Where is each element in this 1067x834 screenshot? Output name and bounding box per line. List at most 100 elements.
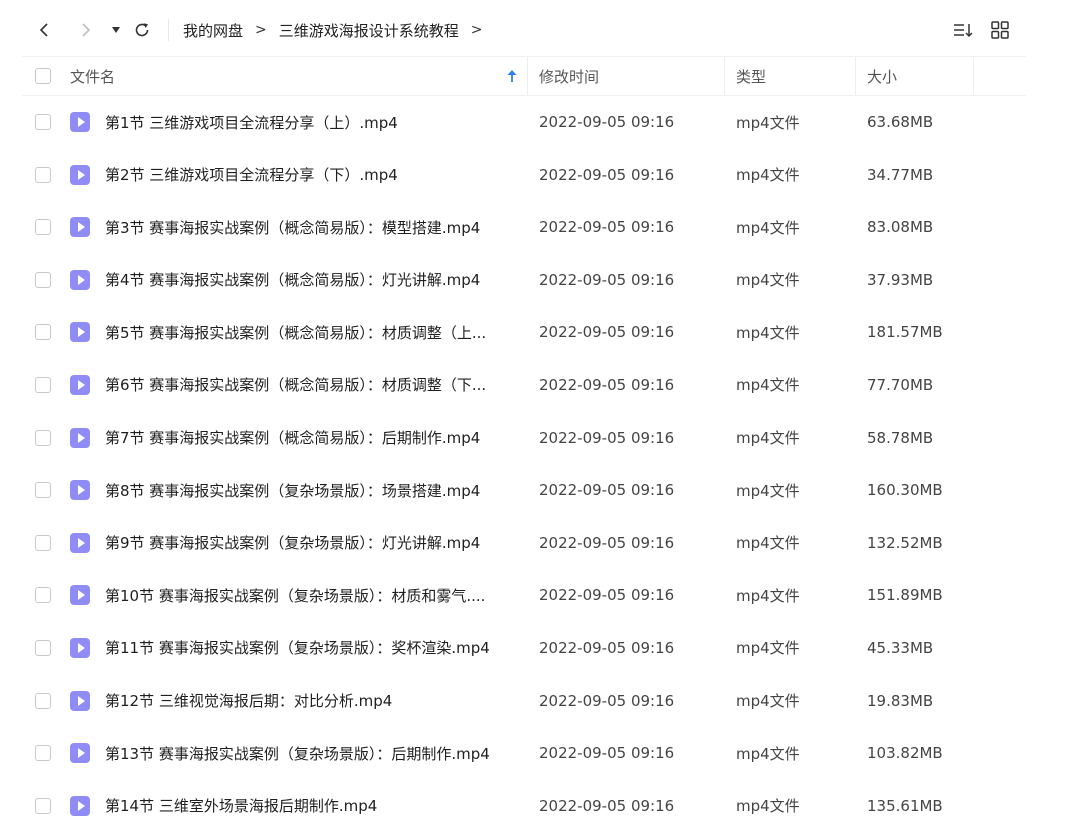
file-size: 34.77MB — [867, 165, 934, 184]
file-modified: 2022-09-05 09:16 — [539, 375, 675, 394]
file-name[interactable]: 第12节 三维视觉海报后期：对比分析.mp4 — [105, 675, 525, 727]
file-name[interactable]: 第2节 三维游戏项目全流程分享（下）.mp4 — [105, 149, 525, 201]
table-row[interactable]: 第4节 赛事海报实战案例（概念简易版）：灯光讲解.mp4 2022-09-05 … — [22, 254, 1026, 307]
video-file-icon — [70, 743, 90, 764]
column-divider[interactable] — [855, 57, 856, 95]
table-row[interactable]: 第2节 三维游戏项目全流程分享（下）.mp4 2022-09-05 09:16 … — [22, 149, 1026, 202]
file-type: mp4文件 — [736, 218, 800, 237]
file-name[interactable]: 第4节 赛事海报实战案例（概念简易版）：灯光讲解.mp4 — [105, 254, 525, 306]
column-header-size[interactable]: 大小 — [867, 57, 897, 95]
file-name[interactable]: 第6节 赛事海报实战案例（概念简易版）：材质调整（下... — [105, 359, 525, 411]
video-file-icon — [70, 322, 90, 343]
table-row[interactable]: 第14节 三维室外场景海报后期制作.mp4 2022-09-05 09:16 m… — [22, 780, 1026, 833]
table-row[interactable]: 第9节 赛事海报实战案例（复杂场景版）：灯光讲解.mp4 2022-09-05 … — [22, 517, 1026, 570]
video-file-icon — [70, 532, 90, 553]
history-dropdown-button[interactable] — [105, 18, 127, 42]
table-row[interactable]: 第12节 三维视觉海报后期：对比分析.mp4 2022-09-05 09:16 … — [22, 675, 1026, 728]
file-type: mp4文件 — [736, 376, 800, 395]
row-checkbox[interactable] — [35, 534, 51, 551]
file-name[interactable]: 第5节 赛事海报实战案例（概念简易版）：材质调整（上... — [105, 306, 525, 358]
file-name[interactable]: 第11节 赛事海报实战案例（复杂场景版）：奖杯渲染.mp4 — [105, 622, 525, 674]
grid-view-icon — [991, 21, 1009, 39]
file-modified: 2022-09-05 09:16 — [539, 270, 675, 289]
video-file-icon — [70, 480, 90, 501]
row-checkbox[interactable] — [35, 114, 51, 130]
column-header-type[interactable]: 类型 — [736, 57, 766, 95]
chevron-left-icon — [39, 23, 48, 37]
row-checkbox[interactable] — [35, 324, 51, 341]
table-row[interactable]: 第5节 赛事海报实战案例（概念简易版）：材质调整（上... 2022-09-05… — [22, 306, 1026, 359]
file-type: mp4文件 — [736, 271, 800, 290]
refresh-button[interactable] — [131, 18, 153, 42]
table-row[interactable]: 第13节 赛事海报实战案例（复杂场景版）：后期制作.mp4 2022-09-05… — [22, 727, 1026, 780]
toolbar-divider — [168, 19, 169, 41]
table-row[interactable]: 第3节 赛事海报实战案例（概念简易版）：模型搭建.mp4 2022-09-05 … — [22, 201, 1026, 254]
row-checkbox[interactable] — [35, 482, 51, 499]
chevron-right-icon — [82, 23, 91, 37]
table-row[interactable]: 第10节 赛事海报实战案例（复杂场景版）：材质和雾气.... 2022-09-0… — [22, 569, 1026, 622]
file-name[interactable]: 第14节 三维室外场景海报后期制作.mp4 — [105, 780, 525, 832]
file-name[interactable]: 第7节 赛事海报实战案例（概念简易版）：后期制作.mp4 — [105, 412, 525, 464]
video-file-icon — [70, 374, 90, 395]
file-modified: 2022-09-05 09:16 — [539, 481, 675, 500]
file-type: mp4文件 — [736, 323, 800, 342]
row-checkbox[interactable] — [35, 376, 51, 393]
forward-button[interactable] — [75, 18, 97, 42]
file-list: 第1节 三维游戏项目全流程分享（上）.mp4 2022-09-05 09:16 … — [22, 96, 1026, 832]
file-type: mp4文件 — [736, 692, 800, 711]
file-modified: 2022-09-05 09:16 — [539, 323, 675, 342]
row-checkbox[interactable] — [35, 166, 51, 183]
column-header-name[interactable]: 文件名 — [70, 57, 115, 95]
file-name[interactable]: 第9节 赛事海报实战案例（复杂场景版）：灯光讲解.mp4 — [105, 517, 525, 569]
file-modified: 2022-09-05 09:16 — [539, 218, 675, 237]
row-checkbox[interactable] — [35, 797, 51, 814]
table-row[interactable]: 第11节 赛事海报实战案例（复杂场景版）：奖杯渲染.mp4 2022-09-05… — [22, 622, 1026, 675]
video-file-icon — [70, 690, 90, 711]
sort-button[interactable] — [951, 18, 975, 42]
column-divider[interactable] — [973, 57, 974, 95]
file-modified: 2022-09-05 09:16 — [539, 428, 675, 447]
file-name[interactable]: 第1节 三维游戏项目全流程分享（上）.mp4 — [105, 96, 525, 148]
row-checkbox[interactable] — [35, 692, 51, 709]
file-name[interactable]: 第8节 赛事海报实战案例（复杂场景版）：场景搭建.mp4 — [105, 464, 525, 516]
breadcrumb-item-root[interactable]: 我的网盘 — [183, 20, 243, 41]
file-type: mp4文件 — [736, 586, 800, 605]
row-checkbox[interactable] — [35, 639, 51, 656]
file-name[interactable]: 第3节 赛事海报实战案例（概念简易版）：模型搭建.mp4 — [105, 201, 525, 253]
sort-ascending-indicator[interactable] — [506, 57, 522, 95]
column-divider[interactable] — [527, 57, 528, 95]
column-header-modified[interactable]: 修改时间 — [539, 57, 599, 95]
row-checkbox[interactable] — [35, 745, 51, 762]
row-checkbox[interactable] — [35, 219, 51, 236]
row-checkbox[interactable] — [35, 429, 51, 446]
column-type-label: 类型 — [736, 67, 767, 86]
file-browser: 我的网盘 > 三维游戏海报设计系统教程 > 文件名 修改时间 类型 大小 第1节… — [0, 0, 1067, 834]
file-type: mp4文件 — [736, 429, 800, 448]
file-name[interactable]: 第13节 赛事海报实战案例（复杂场景版）：后期制作.mp4 — [105, 727, 525, 779]
video-file-icon — [70, 795, 90, 816]
select-all-checkbox[interactable] — [35, 68, 51, 84]
file-size: 37.93MB — [867, 270, 934, 289]
column-divider[interactable] — [724, 57, 725, 95]
file-type: mp4文件 — [736, 639, 800, 658]
video-file-icon — [70, 217, 90, 238]
file-type: mp4文件 — [736, 797, 800, 816]
video-file-icon — [70, 585, 90, 606]
breadcrumb-separator: > — [470, 22, 483, 38]
table-row[interactable]: 第8节 赛事海报实战案例（复杂场景版）：场景搭建.mp4 2022-09-05 … — [22, 464, 1026, 517]
breadcrumb-item-folder[interactable]: 三维游戏海报设计系统教程 — [279, 20, 459, 41]
table-row[interactable]: 第6节 赛事海报实战案例（概念简易版）：材质调整（下... 2022-09-05… — [22, 359, 1026, 412]
grid-view-button[interactable] — [988, 18, 1012, 42]
table-row[interactable]: 第7节 赛事海报实战案例（概念简易版）：后期制作.mp4 2022-09-05 … — [22, 412, 1026, 465]
video-file-icon — [70, 164, 90, 185]
file-type: mp4文件 — [736, 481, 800, 500]
row-checkbox[interactable] — [35, 271, 51, 288]
video-file-icon — [70, 269, 90, 290]
table-row[interactable]: 第1节 三维游戏项目全流程分享（上）.mp4 2022-09-05 09:16 … — [22, 96, 1026, 149]
column-modified-label: 修改时间 — [539, 67, 600, 86]
file-size: 77.70MB — [867, 375, 934, 394]
back-button[interactable] — [33, 18, 55, 42]
file-name[interactable]: 第10节 赛事海报实战案例（复杂场景版）：材质和雾气.... — [105, 569, 525, 621]
row-checkbox[interactable] — [35, 587, 51, 604]
file-size: 132.52MB — [867, 533, 943, 552]
